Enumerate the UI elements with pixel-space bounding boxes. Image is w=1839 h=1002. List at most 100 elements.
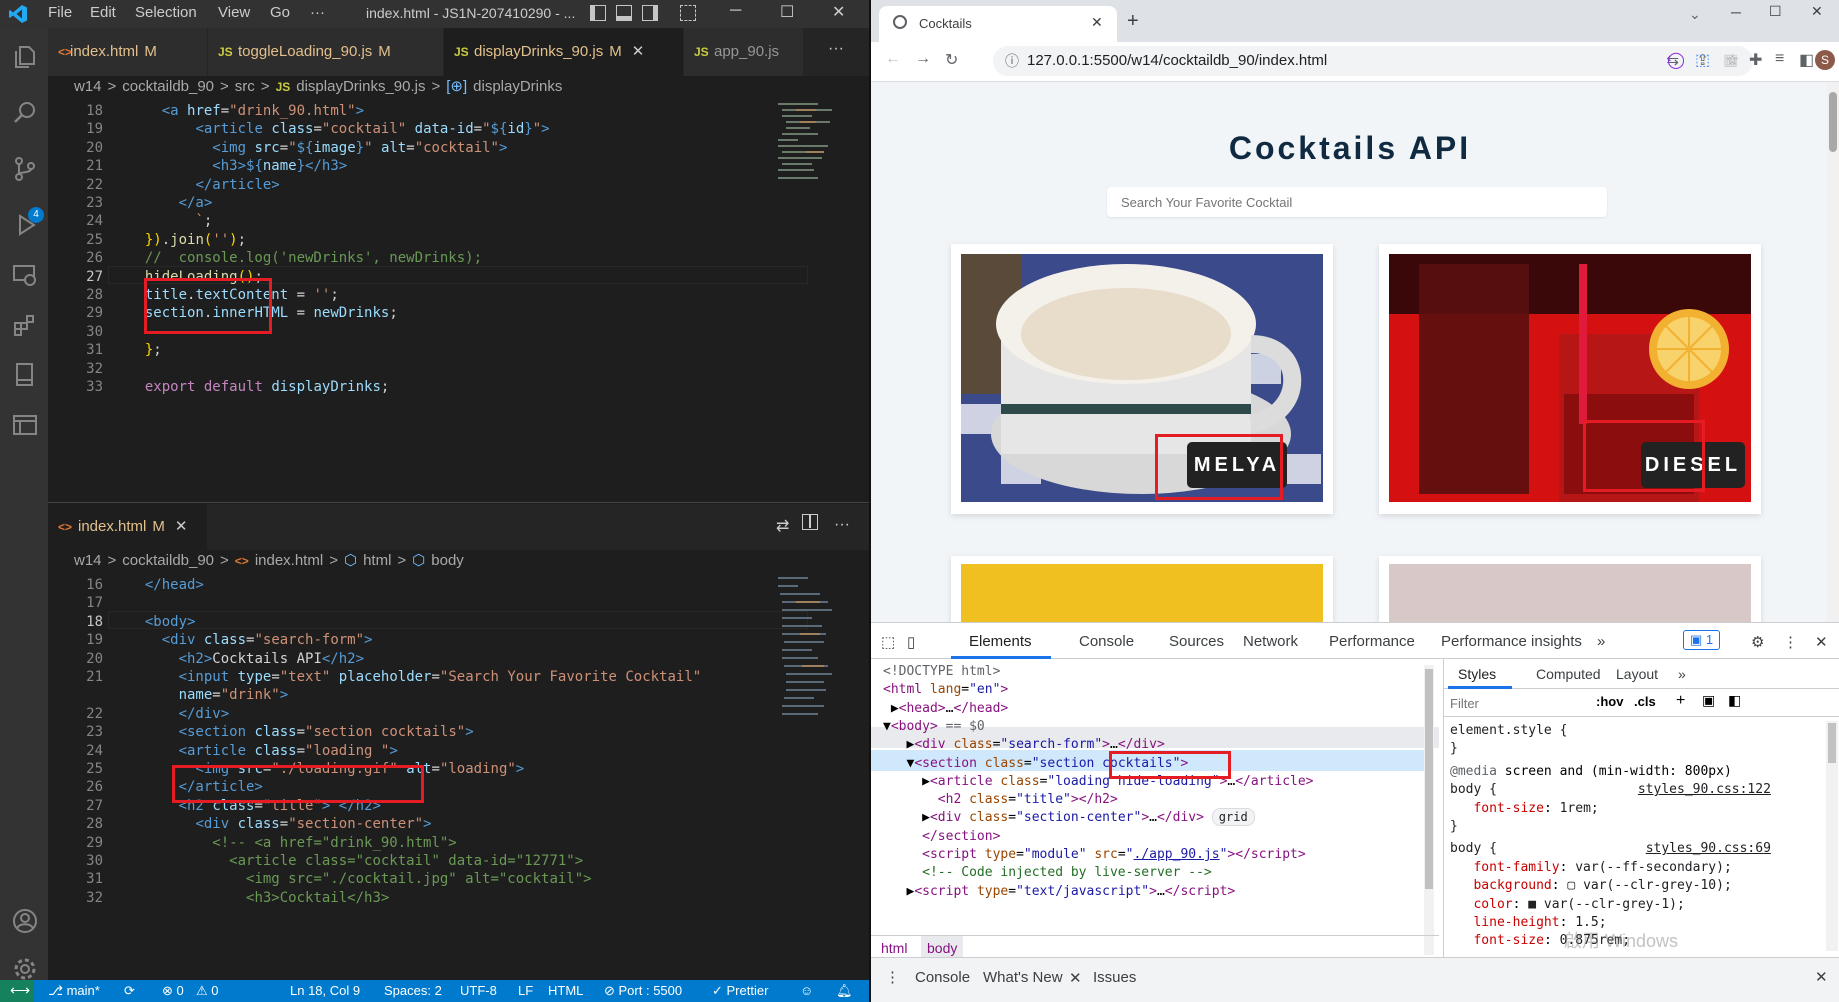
live-server-port[interactable]: ⊘ Port : 5500 [604,983,682,999]
hov-toggle[interactable]: :hov [1596,694,1623,709]
sync-icon[interactable]: ⟳ [124,983,135,999]
search-input[interactable] [1107,187,1607,217]
breadcrumb-item[interactable]: html [363,552,391,569]
crumb-body[interactable]: body [921,936,964,959]
tab-computed[interactable]: Computed [1536,666,1601,682]
warnings-status[interactable]: ⚠ 0 [196,983,219,999]
drawer-tab-issues[interactable]: Issues [1093,969,1136,986]
branch-status[interactable]: ⎇ main* [48,983,100,999]
tab-app-js[interactable]: JS app_90.js [684,28,804,76]
tab-performance-insights[interactable]: Performance insights [1441,633,1582,650]
maximize-icon[interactable]: ☐ [1769,3,1782,20]
search-icon[interactable] [12,100,38,126]
source-control-icon[interactable] [12,156,38,182]
breadcrumb-item[interactable]: cocktaildb_90 [122,552,214,569]
extension-circle-icon[interactable]: ◯ [1667,50,1685,70]
open-changes-icon[interactable]: ⇄ [776,516,789,536]
breadcrumb-item[interactable]: cocktaildb_90 [122,78,214,95]
maximize-icon[interactable]: ☐ [780,2,794,22]
browser-tab-cocktails[interactable]: Cocktails ✕ [879,6,1117,42]
extensions-puzzle-icon[interactable]: ✚ [1749,50,1762,70]
minimize-icon[interactable]: ─ [1731,4,1741,20]
top-minimap[interactable] [776,100,846,210]
style-line[interactable]: body { styles_90.css:122 [1450,780,1771,799]
bottom-minimap[interactable] [776,574,846,724]
site-info-icon[interactable]: ⓘ [1005,46,1019,76]
testing-icon[interactable] [12,362,38,388]
tab-toggleloading-js[interactable]: JS toggleLoading_90.js M [208,28,444,76]
extension-box-icon[interactable]: ▦ [1723,50,1738,70]
reading-list-icon[interactable]: ≡ [1775,50,1784,68]
style-line[interactable]: } [1450,739,1458,758]
tab-console[interactable]: Console [1079,633,1134,650]
scrollbar-thumb[interactable] [1828,723,1836,763]
minimize-icon[interactable]: ─ [730,2,741,20]
page-scrollbar[interactable] [1827,82,1839,622]
device-toolbar-icon[interactable]: ▯ [907,633,915,651]
style-line[interactable]: } [1450,817,1458,836]
style-line[interactable]: background: ▢ var(--clr-grey-10); [1450,876,1731,895]
menu-selection[interactable]: Selection [135,4,197,21]
eol-status[interactable]: LF [518,983,533,998]
close-drawer-icon[interactable]: ✕ [1815,968,1828,986]
run-debug-icon[interactable] [12,212,38,238]
breadcrumb-item[interactable]: body [431,552,464,569]
devtools-settings-gear-icon[interactable]: ⚙ [1751,633,1764,651]
scrollbar-thumb[interactable] [1829,92,1837,152]
drawer-tab-whats-new[interactable]: What's New [983,969,1063,986]
inspect-element-icon[interactable]: ⬚ [881,633,895,651]
new-rule-icon[interactable]: + [1676,692,1685,710]
tab-index-html[interactable]: <> index.html M [48,28,208,76]
breadcrumb-item[interactable]: displayDrinks_90.js [296,78,425,95]
menu-view[interactable]: View [218,4,250,21]
scrollbar-thumb[interactable] [1425,669,1433,889]
close-window-icon[interactable]: ✕ [832,2,845,22]
elements-tree[interactable]: <!DOCTYPE html> <html lang="en"> ▶<head>…… [871,659,1439,959]
more-actions-icon[interactable]: ··· [834,516,850,534]
profile-avatar[interactable]: S [1815,50,1835,70]
tab-performance[interactable]: Performance [1329,633,1415,650]
breadcrumb-item[interactable]: src [235,78,255,95]
breadcrumb-item[interactable]: displayDrinks [473,78,562,95]
translate-extension-icon[interactable]: ⬚ [1695,50,1710,70]
issues-badge[interactable]: ▣ 1 [1683,630,1721,650]
cocktail-card-partial[interactable] [1379,556,1761,622]
tab-styles[interactable]: Styles [1458,666,1496,682]
new-tab-icon[interactable]: + [1127,10,1139,33]
styles-filter-input[interactable] [1450,692,1578,714]
toggle-sidebar-icon[interactable] [590,5,606,21]
remote-indicator-icon[interactable]: ⟷ [0,980,34,1002]
address-bar[interactable]: ⓘ 127.0.0.1:5500/w14/cocktaildb_90/index… [993,46,1753,76]
explorer-icon[interactable] [12,44,38,70]
customize-layout-icon[interactable] [680,5,696,21]
style-line[interactable]: @media screen and (min-width: 800px) [1450,762,1732,781]
tab-layout[interactable]: Layout [1616,666,1658,682]
menu-file[interactable]: File [48,4,72,21]
code-line[interactable]: 32 <h3>Cocktail</h3> [48,887,788,909]
style-line[interactable]: color: ■ var(--clr-grey-1); [1450,895,1684,914]
tab-index-html-bottom[interactable]: <> index.html M ✕ [48,504,208,550]
indentation-status[interactable]: Spaces: 2 [384,983,442,998]
devtools-more-icon[interactable]: ⋮ [1783,633,1798,651]
dom-node[interactable]: ▶<script type="text/javascript">…</scrip… [883,881,1235,902]
style-line[interactable]: body { styles_90.css:69 [1450,839,1771,858]
close-devtools-icon[interactable]: ✕ [1815,633,1828,651]
elements-scrollbar[interactable] [1424,665,1434,955]
menu-edit[interactable]: Edit [90,4,116,21]
errors-status[interactable]: ⊗ 0 [162,983,184,999]
breadcrumb-item[interactable]: index.html [255,552,323,569]
tab-displaydrinks-js[interactable]: JS displayDrinks_90.js M ✕ [444,28,684,76]
drawer-tab-console[interactable]: Console [915,969,970,986]
language-status[interactable]: HTML [548,983,583,998]
remote-explorer-icon[interactable] [12,262,38,288]
code-line[interactable]: 33 export default displayDrinks; [48,376,788,398]
notifications-bell-icon[interactable]: 🔔︎ [836,983,853,999]
tab-elements[interactable]: Elements [969,633,1032,650]
close-tab-icon[interactable]: ✕ [632,43,645,60]
prettier-status[interactable]: ✓ Prettier [712,983,768,999]
side-panel-icon[interactable]: ◧ [1799,50,1814,70]
accounts-icon[interactable] [12,908,38,934]
more-tabs-icon[interactable]: » [1597,633,1605,650]
breadcrumb-item[interactable]: w14 [74,78,102,95]
close-drawer-tab-icon[interactable]: ✕ [1069,969,1082,987]
